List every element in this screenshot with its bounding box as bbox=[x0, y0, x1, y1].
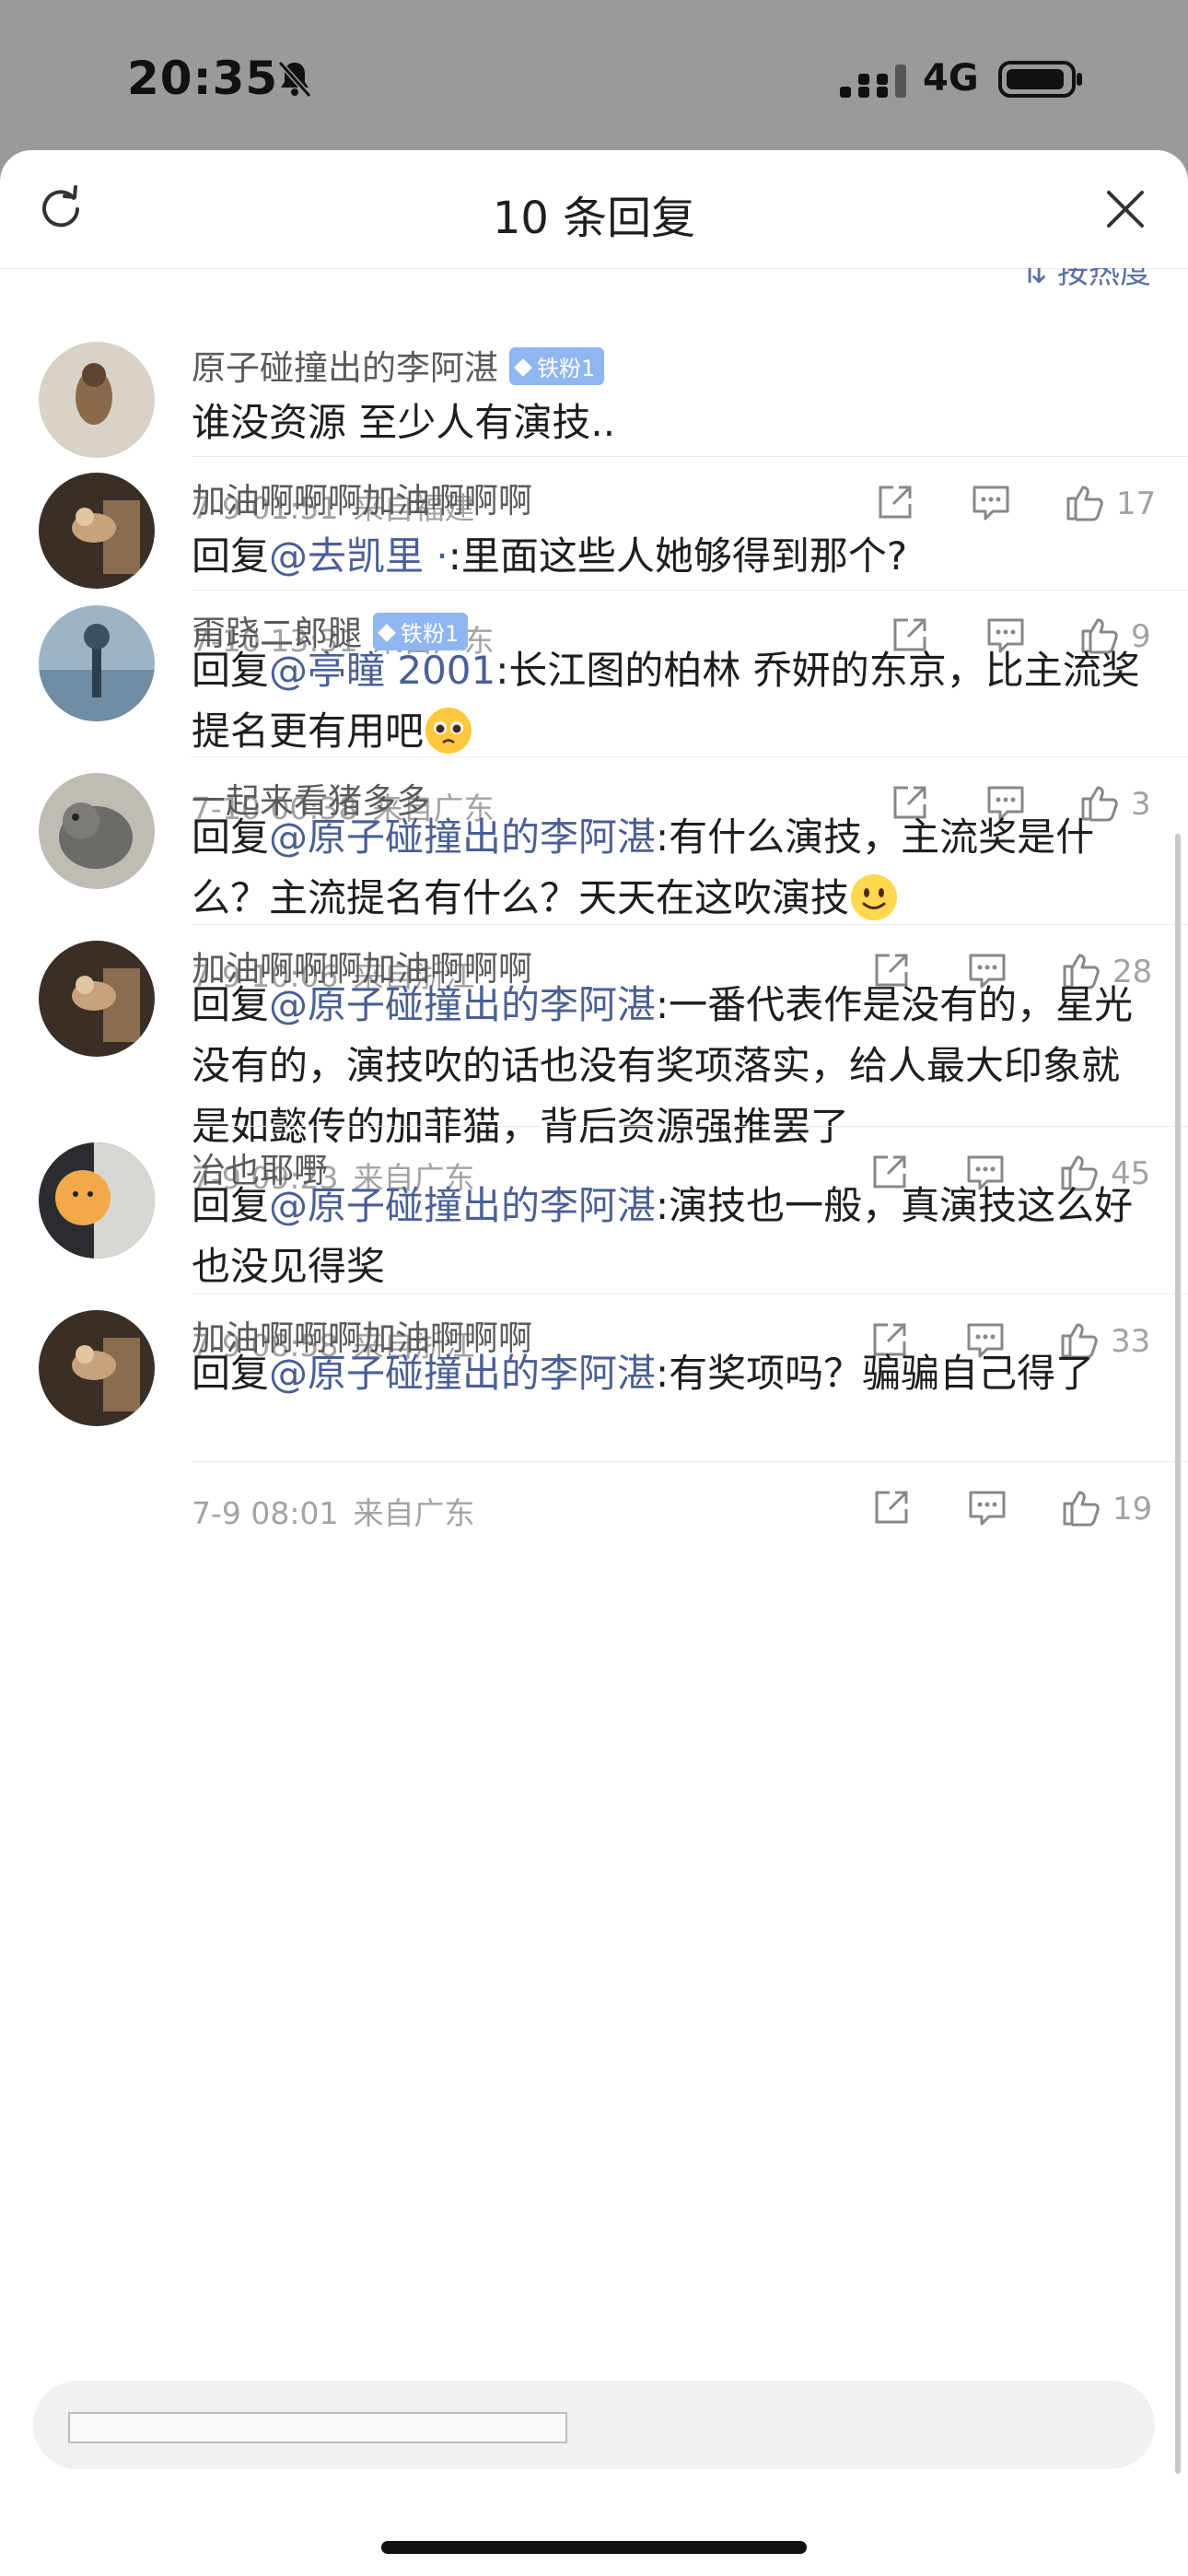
avatar[interactable] bbox=[39, 473, 155, 589]
comment-text: 谁没资源 至少人有演技.. bbox=[192, 400, 616, 445]
username[interactable]: 原子碰撞出的李阿湛 铁粉1 bbox=[192, 340, 605, 390]
diamond-icon bbox=[378, 624, 396, 642]
divider bbox=[192, 756, 1188, 757]
slight-smile-emoji bbox=[851, 873, 898, 920]
diamond-icon bbox=[514, 358, 532, 377]
pleading-face-emoji bbox=[425, 707, 472, 754]
comment-text: 回复@原子碰撞出的李阿湛:有什么演技，主流奖是什么？主流提名有什么？天天在这吹演… bbox=[192, 814, 1095, 920]
divider bbox=[192, 924, 1188, 925]
fan-badge: 铁粉1 bbox=[509, 347, 605, 385]
like-count: 19 bbox=[1112, 1491, 1153, 1528]
signal-icon bbox=[840, 64, 906, 98]
avatar[interactable] bbox=[39, 1142, 155, 1259]
close-icon[interactable] bbox=[1103, 187, 1147, 231]
status-time: 20:35 bbox=[127, 52, 279, 105]
avatar[interactable] bbox=[39, 773, 155, 889]
home-indicator[interactable] bbox=[381, 2541, 807, 2554]
divider bbox=[192, 456, 1188, 457]
comment-actions: 19 bbox=[869, 1485, 1153, 1537]
comment-meta: 7-9 08:01 来自广东 bbox=[192, 1495, 475, 1531]
comment-text: 回复@原子碰撞出的李阿湛:有奖项吗？骗骗自己得了 bbox=[192, 1351, 1095, 1396]
comment-actions: 17 bbox=[873, 480, 1156, 532]
comment-text: 回复@亭瞳 2001:长江图的柏林 乔妍的东京，比主流奖提名更有用吧 bbox=[192, 648, 1140, 754]
mention-link[interactable]: @原子碰撞出的李阿湛 bbox=[269, 982, 656, 1027]
reply-input-bar[interactable] bbox=[33, 2381, 1155, 2469]
avatar[interactable] bbox=[39, 1310, 155, 1426]
sort-by-hot-link[interactable]: ⇅ 按热度 bbox=[1021, 268, 1151, 288]
battery-icon bbox=[998, 61, 1082, 98]
bell-muted-icon bbox=[277, 61, 312, 98]
status-bar: 20:35 4G bbox=[0, 0, 1188, 152]
avatar[interactable] bbox=[39, 941, 155, 1057]
network-type: 4G bbox=[923, 57, 979, 100]
share-icon[interactable] bbox=[873, 480, 917, 524]
like-icon[interactable] bbox=[1059, 1485, 1103, 1529]
replies-sheet: 10 条回复 ⇅ 按热度 原子碰撞出的李阿湛 铁粉1 谁没资源 至少人有演技.. … bbox=[0, 150, 1188, 2576]
comment-icon[interactable] bbox=[965, 1485, 1009, 1529]
comment-text: 回复@去凯里 ·:里面这些人她够得到那个? bbox=[192, 533, 908, 579]
mention-link[interactable]: @原子碰撞出的李阿湛 bbox=[269, 814, 656, 860]
reply-input[interactable] bbox=[68, 2412, 567, 2443]
mention-link[interactable]: @原子碰撞出的李阿湛 bbox=[269, 1183, 656, 1228]
username[interactable]: 加油啊啊啊加油啊啊啊 bbox=[192, 473, 532, 522]
sheet-title: 10 条回复 bbox=[492, 193, 696, 244]
scrollbar[interactable] bbox=[1175, 834, 1181, 2474]
comment-text: 回复@原子碰撞出的李阿湛:演技也一般，真演技这么好也没见得奖 bbox=[192, 1183, 1134, 1289]
avatar[interactable] bbox=[39, 342, 155, 458]
like-icon[interactable] bbox=[1063, 480, 1107, 524]
comment-icon[interactable] bbox=[969, 480, 1013, 524]
divider bbox=[192, 590, 1188, 591]
mention-link[interactable]: @原子碰撞出的李阿湛 bbox=[269, 1351, 656, 1396]
divider bbox=[192, 1461, 1188, 1462]
share-icon[interactable] bbox=[869, 1485, 914, 1529]
avatar[interactable] bbox=[39, 605, 155, 721]
comment-text: 回复@原子碰撞出的李阿湛:一番代表作是没有的，星光没有的，演技吹的话也没有奖项落… bbox=[192, 982, 1134, 1149]
sheet-header: 10 条回复 bbox=[0, 150, 1188, 269]
like-count: 17 bbox=[1116, 486, 1157, 522]
mention-link[interactable]: @亭瞳 2001 bbox=[269, 648, 495, 693]
divider bbox=[192, 1126, 1188, 1127]
mention-link[interactable]: @去凯里 · bbox=[269, 533, 448, 579]
